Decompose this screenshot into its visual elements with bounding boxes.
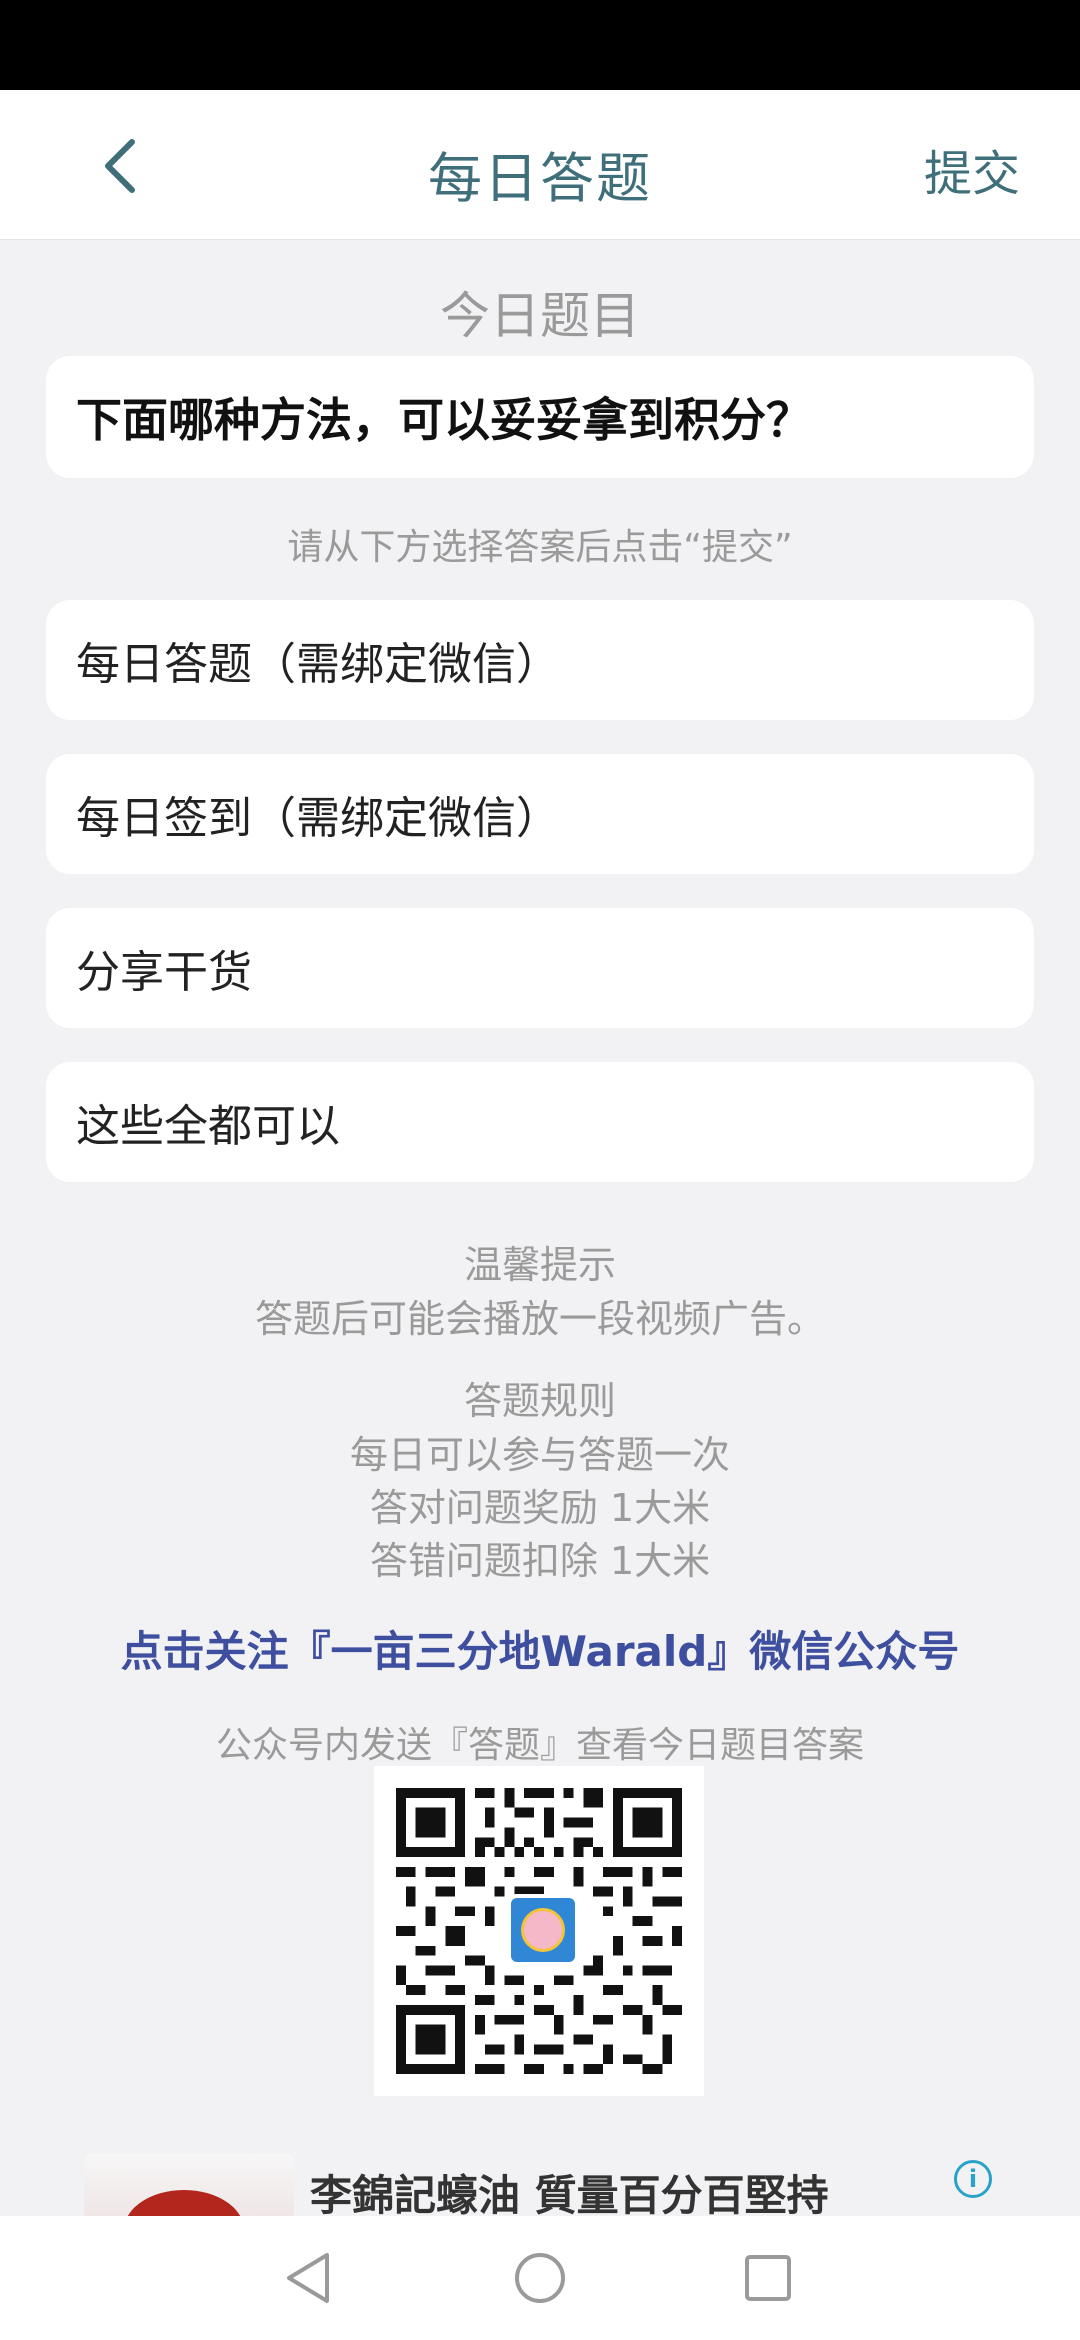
nav-home-button[interactable] bbox=[508, 2246, 572, 2310]
send-answer-hint: 公众号内发送『答题』查看今日题目答案 bbox=[215, 1725, 864, 1766]
question-card: 下面哪种方法，可以妥妥拿到积分？ bbox=[46, 356, 1034, 478]
nav-back-button[interactable] bbox=[276, 2246, 340, 2310]
answer-option-2[interactable]: 每日签到（需绑定微信） bbox=[46, 754, 1034, 874]
answer-option-4[interactable]: 这些全都可以 bbox=[46, 1062, 1034, 1182]
top-app-bar: 每日答题 提交 bbox=[0, 90, 1080, 240]
rules-line: 每日可以参与答题一次 bbox=[349, 1433, 730, 1477]
ad-image bbox=[84, 2154, 294, 2216]
triangle-back-icon bbox=[287, 2253, 329, 2303]
status-bar bbox=[0, 0, 1080, 90]
answer-option-1[interactable]: 每日答题（需绑定微信） bbox=[46, 600, 1034, 720]
qr-code bbox=[374, 1766, 704, 2096]
tips-text: 答题后可能会播放一段视频广告。 bbox=[254, 1297, 825, 1341]
tips-title: 温馨提示 bbox=[463, 1243, 616, 1287]
answer-option-3[interactable]: 分享干货 bbox=[46, 908, 1034, 1028]
circle-home-icon bbox=[515, 2253, 565, 2303]
system-navigation-bar bbox=[0, 2216, 1080, 2340]
square-recents-icon bbox=[745, 2255, 791, 2301]
today-question-label: 今日题目 bbox=[440, 287, 640, 345]
app-logo-icon bbox=[507, 1894, 579, 1966]
answer-option-label: 每日答题（需绑定微信） bbox=[76, 639, 560, 690]
ad-title: 李錦記蠔油 質量百分百堅持 bbox=[310, 2171, 829, 2216]
rules-line: 答错问题扣除 1大米 bbox=[369, 1539, 711, 1583]
nav-recents-button[interactable] bbox=[736, 2246, 800, 2310]
page-title: 每日答题 bbox=[428, 147, 652, 210]
answer-option-label: 每日签到（需绑定微信） bbox=[76, 793, 560, 844]
answer-option-label: 这些全都可以 bbox=[76, 1101, 340, 1152]
rules-title: 答题规则 bbox=[463, 1379, 616, 1423]
follow-wechat-link[interactable]: 点击关注『一亩三分地Warald』微信公众号 bbox=[0, 1618, 1080, 1679]
answer-hint: 请从下方选择答案后点击“提交” bbox=[287, 527, 793, 568]
submit-button[interactable]: 提交 bbox=[924, 134, 1020, 204]
info-icon[interactable]: i bbox=[954, 2160, 992, 2198]
rules-line: 答对问题奖励 1大米 bbox=[369, 1486, 711, 1530]
question-text: 下面哪种方法，可以妥妥拿到积分？ bbox=[76, 393, 812, 447]
ad-banner[interactable]: 李錦記蠔油 質量百分百堅持 i bbox=[0, 2130, 1080, 2216]
answer-option-label: 分享干货 bbox=[76, 947, 252, 998]
